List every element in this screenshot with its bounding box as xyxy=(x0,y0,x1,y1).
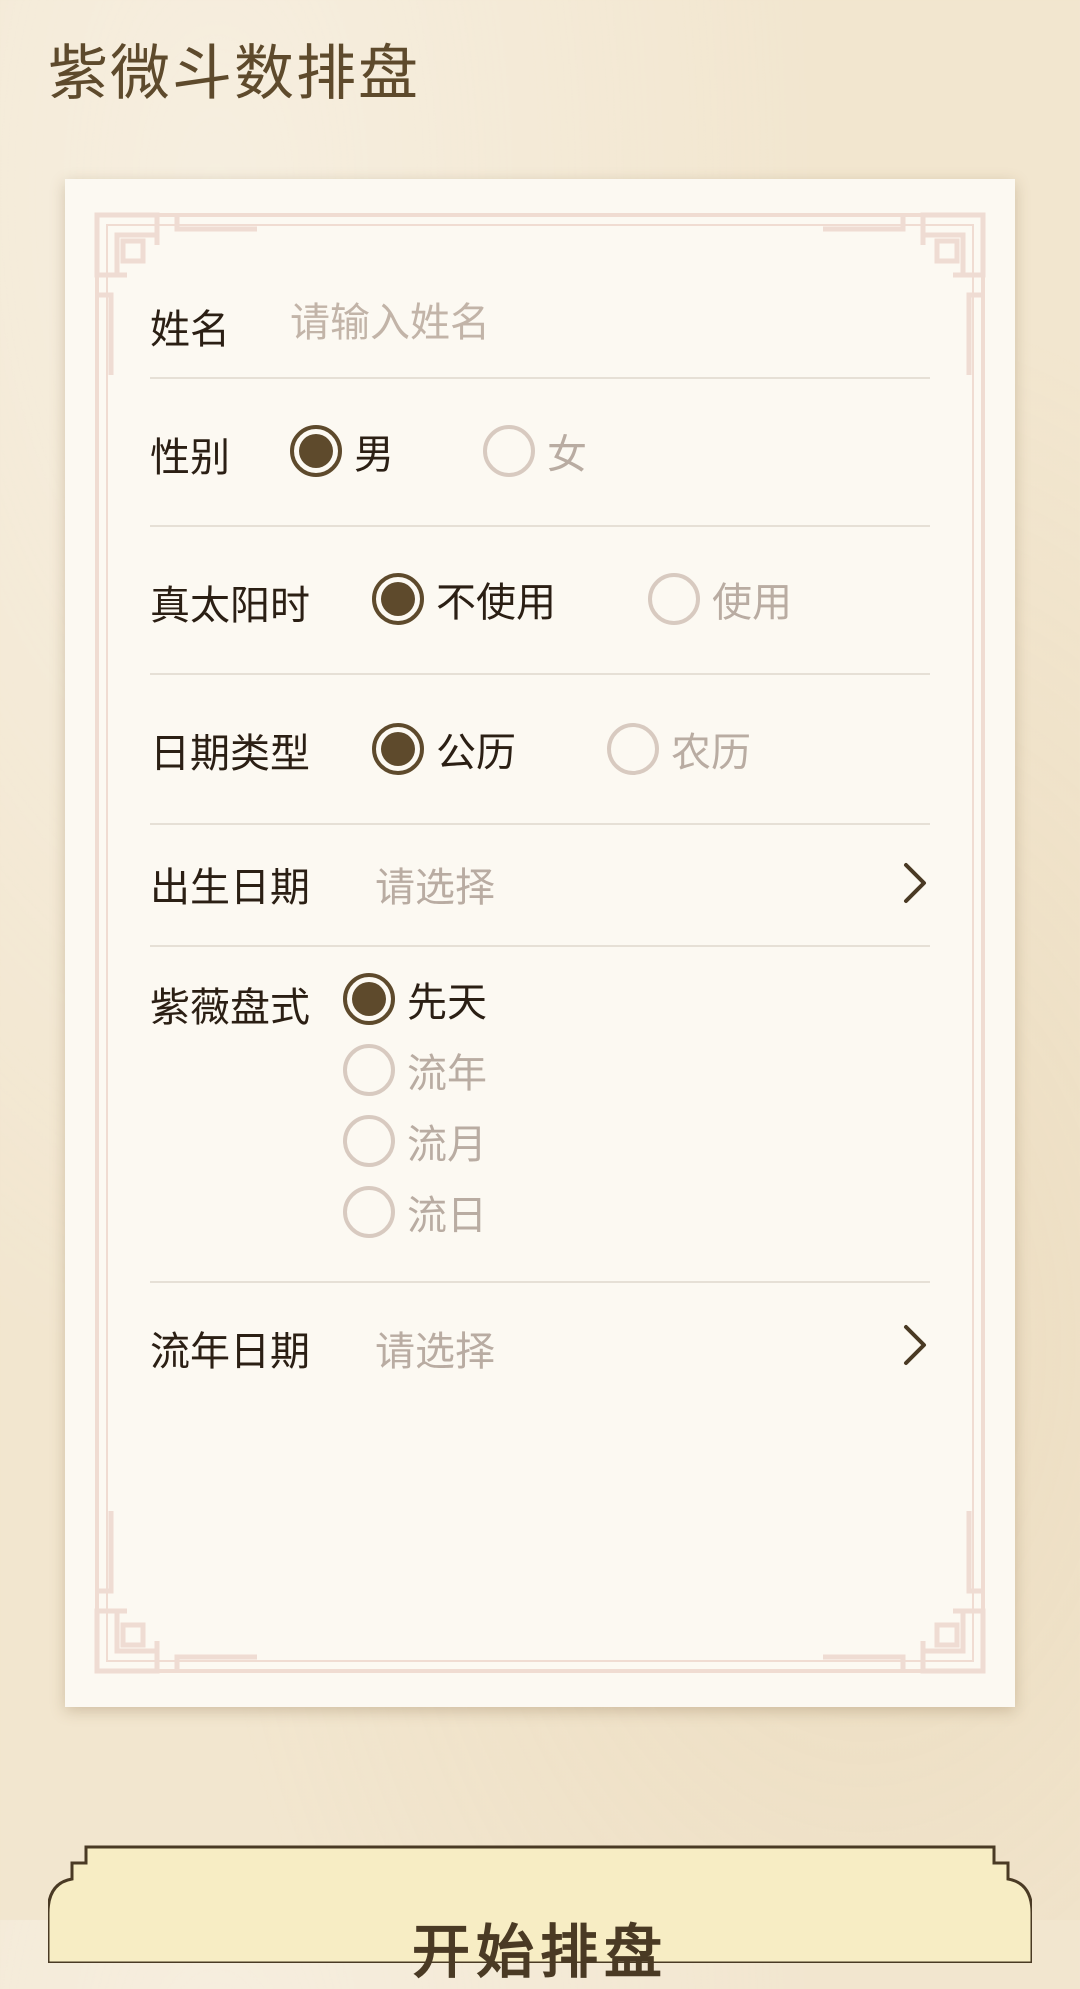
date-type-row: 日期类型 公历 农历 xyxy=(150,673,930,825)
radio-checked-icon xyxy=(290,425,342,477)
name-row: 姓名 xyxy=(150,269,930,379)
birth-date-value: 请选择 xyxy=(375,865,495,911)
birth-date-picker[interactable]: 出生日期 请选择 xyxy=(150,823,930,947)
radio-unchecked-icon xyxy=(483,425,535,477)
radio-unchecked-icon xyxy=(343,1044,395,1096)
date-type-option-solar[interactable]: 公历 xyxy=(372,721,516,777)
radio-checked-icon xyxy=(372,573,424,625)
gender-label: 性别 xyxy=(150,435,230,481)
solar-time-label: 真太阳时 xyxy=(150,583,310,629)
annual-date-picker[interactable]: 流年日期 请选择 xyxy=(150,1281,930,1407)
chart-style-option-daily[interactable]: 流日 xyxy=(343,1184,487,1240)
form-card: 姓名 性别 男 女 真太阳时 不使用 使用 日期类型 公历 xyxy=(65,179,1015,1707)
name-label: 姓名 xyxy=(150,307,230,353)
radio-unchecked-icon xyxy=(648,573,700,625)
date-type-label: 日期类型 xyxy=(150,731,310,777)
radio-checked-icon xyxy=(372,723,424,775)
chart-style-option-monthly[interactable]: 流月 xyxy=(343,1113,487,1169)
solar-time-option-on[interactable]: 使用 xyxy=(648,571,792,627)
chart-style-row: 紫薇盘式 先天 流年 流月 流日 xyxy=(150,945,930,1283)
page-title: 紫微斗数排盘 xyxy=(48,39,420,109)
start-chart-button[interactable]: 开始排盘 xyxy=(48,1843,1032,1986)
date-type-option-lunar[interactable]: 农历 xyxy=(607,721,751,777)
radio-checked-icon xyxy=(343,973,395,1025)
radio-unchecked-icon xyxy=(343,1115,395,1167)
chevron-right-icon xyxy=(900,1323,930,1367)
gender-option-male[interactable]: 男 xyxy=(290,423,394,479)
chart-style-label: 紫薇盘式 xyxy=(150,985,310,1031)
radio-unchecked-icon xyxy=(343,1186,395,1238)
annual-date-label: 流年日期 xyxy=(150,1329,310,1375)
chevron-right-icon xyxy=(900,861,930,905)
annual-date-value: 请选择 xyxy=(375,1329,495,1375)
gender-row: 性别 男 女 xyxy=(150,377,930,527)
chart-style-option-annual[interactable]: 流年 xyxy=(343,1042,487,1098)
solar-time-row: 真太阳时 不使用 使用 xyxy=(150,525,930,675)
start-chart-label: 开始排盘 xyxy=(411,1918,668,1986)
radio-unchecked-icon xyxy=(607,723,659,775)
birth-date-label: 出生日期 xyxy=(150,865,310,911)
chart-style-option-natal[interactable]: 先天 xyxy=(343,971,487,1027)
name-input[interactable] xyxy=(290,269,910,377)
solar-time-option-off[interactable]: 不使用 xyxy=(372,571,556,627)
gender-option-female[interactable]: 女 xyxy=(483,423,587,479)
